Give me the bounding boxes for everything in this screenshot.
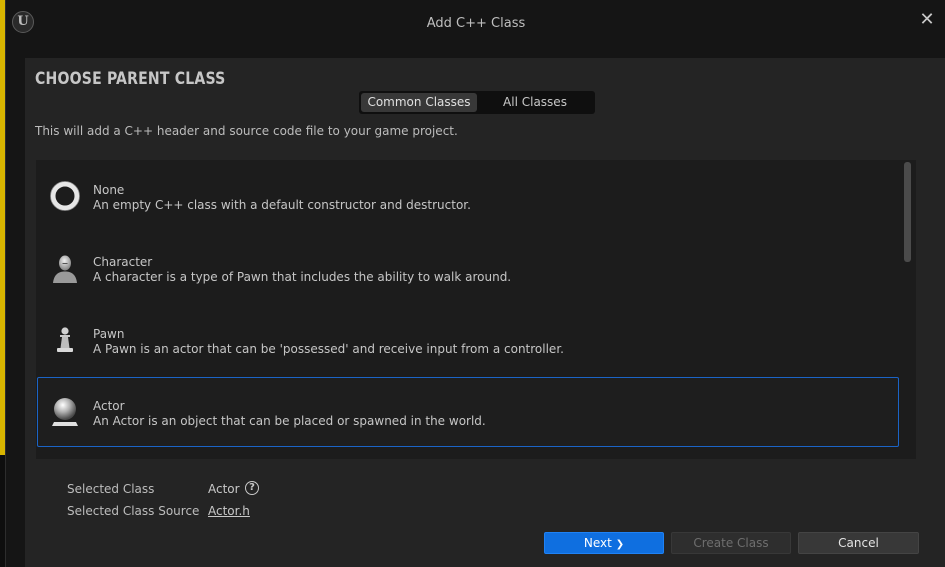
class-tabs: Common Classes All Classes — [359, 91, 595, 114]
dialog-panel: CHOOSE PARENT CLASS Common Classes All C… — [25, 58, 945, 567]
list-item-character[interactable]: Character A character is a type of Pawn … — [37, 233, 899, 303]
ring-icon — [50, 181, 80, 211]
subtitle-text: This will add a C++ header and source co… — [35, 124, 458, 138]
class-description: A character is a type of Pawn that inclu… — [93, 270, 512, 284]
actor-sphere-icon — [52, 398, 78, 426]
chevron-right-icon: ❯ — [615, 539, 625, 550]
selected-source-link[interactable]: Actor.h — [208, 504, 250, 518]
class-name: Pawn — [93, 327, 125, 341]
selected-class-label: Selected Class — [67, 482, 155, 496]
pawn-icon — [57, 327, 73, 352]
next-button-label: Next — [583, 536, 612, 550]
add-cpp-class-window: U Add C++ Class ✕ CHOOSE PARENT CLASS Co… — [5, 0, 945, 567]
next-button[interactable]: Next ❯ — [544, 532, 664, 554]
selected-class-value: Actor — [208, 482, 240, 496]
list-item-actor[interactable]: Actor An Actor is an object that can be … — [37, 377, 899, 447]
close-icon[interactable]: ✕ — [916, 9, 938, 31]
cancel-button[interactable]: Cancel — [798, 532, 919, 554]
class-name: Actor — [93, 399, 125, 413]
create-class-button[interactable]: Create Class — [671, 532, 791, 554]
class-description: A Pawn is an actor that can be 'possesse… — [93, 342, 564, 356]
class-description: An empty C++ class with a default constr… — [93, 198, 471, 212]
class-list-scrollbar[interactable] — [904, 162, 911, 262]
title-bar: U Add C++ Class ✕ — [6, 0, 945, 47]
selected-source-label: Selected Class Source — [67, 504, 200, 518]
list-item-pawn[interactable]: Pawn A Pawn is an actor that can be 'pos… — [37, 305, 899, 375]
character-icon — [53, 255, 77, 283]
class-description: An Actor is an object that can be placed… — [93, 414, 486, 428]
help-icon[interactable]: ? — [245, 481, 259, 495]
tab-all-classes[interactable]: All Classes — [477, 93, 593, 112]
list-item-none[interactable]: None An empty C++ class with a default c… — [37, 161, 899, 231]
window-title: Add C++ Class — [426, 16, 526, 31]
class-list: None An empty C++ class with a default c… — [36, 160, 916, 459]
tab-common-classes[interactable]: Common Classes — [361, 93, 477, 112]
page-title: CHOOSE PARENT CLASS — [35, 69, 226, 89]
class-name: None — [93, 183, 125, 197]
class-name: Character — [93, 255, 153, 269]
